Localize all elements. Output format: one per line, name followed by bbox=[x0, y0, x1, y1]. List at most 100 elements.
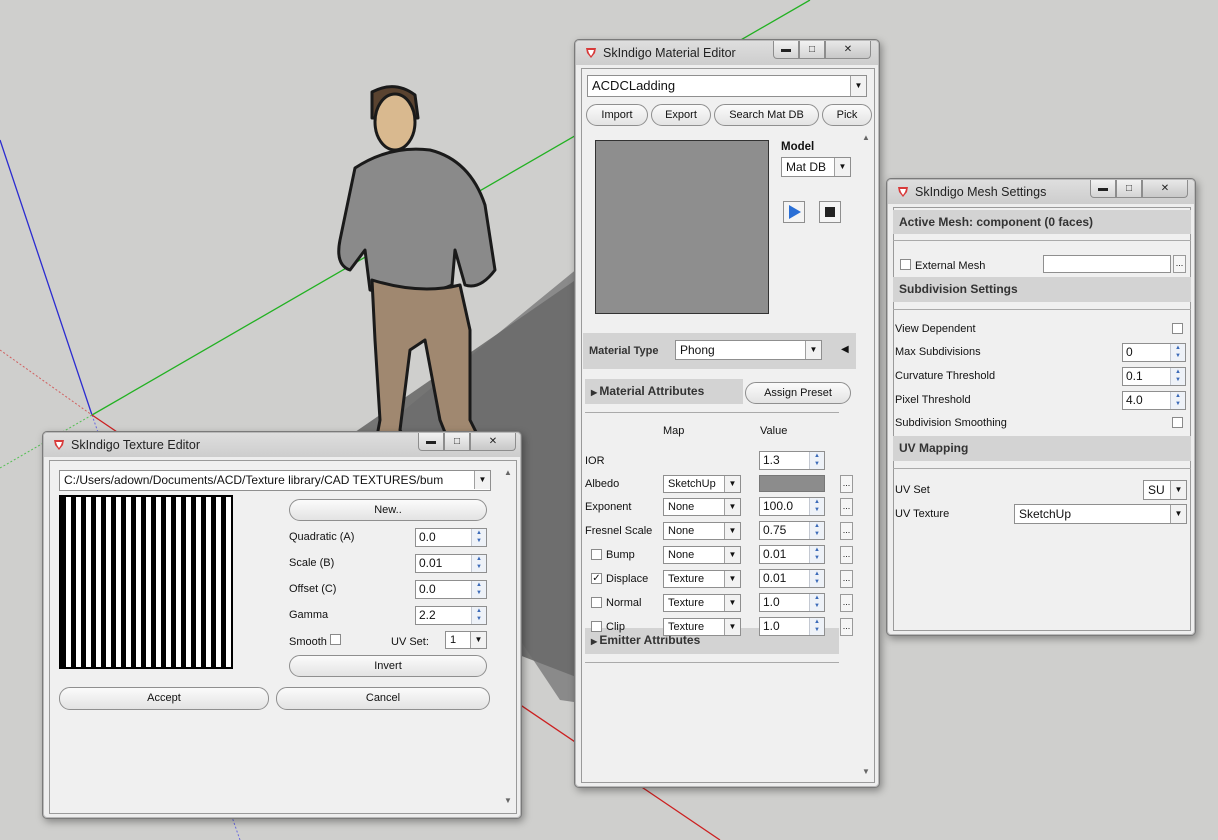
texture-editor-titlebar[interactable]: SkIndigo Texture Editor ▬ □ ✕ bbox=[44, 433, 520, 457]
attribute-checkbox[interactable] bbox=[591, 621, 602, 632]
spin-arrows-icon[interactable]: ▲ ▼ bbox=[809, 618, 824, 635]
attribute-checkbox[interactable]: ✓ bbox=[591, 573, 602, 584]
chevron-down-icon[interactable]: ▼ bbox=[724, 595, 740, 611]
attribute-checkbox[interactable] bbox=[591, 597, 602, 608]
attribute-checkbox[interactable] bbox=[591, 549, 602, 560]
mesh-settings-window[interactable]: SkIndigo Mesh Settings ▬ □ ✕ Active Mesh… bbox=[886, 178, 1196, 636]
max-subdivisions-input[interactable]: 0 ▲ ▼ bbox=[1122, 343, 1186, 362]
attribute-browse-button[interactable]: ... bbox=[840, 618, 853, 636]
scale-input[interactable]: 0.01 ▲ ▼ bbox=[415, 554, 487, 573]
view-dependent-checkbox[interactable] bbox=[1172, 323, 1183, 334]
spin-arrows-icon[interactable]: ▲ ▼ bbox=[1170, 368, 1185, 385]
attribute-value-input[interactable]: 0.01 ▲ ▼ bbox=[759, 545, 825, 564]
mesh-settings-titlebar[interactable]: SkIndigo Mesh Settings ▬ □ ✕ bbox=[888, 180, 1194, 204]
attribute-map-combo[interactable]: SketchUp ▼ bbox=[663, 475, 741, 493]
minimize-button[interactable]: ▬ bbox=[773, 41, 799, 59]
spin-arrows-icon[interactable]: ▲ ▼ bbox=[471, 555, 486, 572]
maximize-button[interactable]: □ bbox=[799, 41, 825, 59]
external-mesh-path-input[interactable] bbox=[1043, 255, 1171, 273]
import-button[interactable]: Import bbox=[586, 104, 648, 126]
external-mesh-checkbox[interactable] bbox=[900, 259, 911, 270]
albedo-color-swatch[interactable] bbox=[759, 475, 825, 492]
pick-button[interactable]: Pick bbox=[822, 104, 872, 126]
close-button[interactable]: ✕ bbox=[470, 433, 516, 451]
spin-arrows-icon[interactable]: ▲ ▼ bbox=[471, 581, 486, 598]
subdivision-smoothing-checkbox[interactable] bbox=[1172, 417, 1183, 428]
minimize-button[interactable]: ▬ bbox=[1090, 180, 1116, 198]
assign-preset-button[interactable]: Assign Preset bbox=[745, 382, 851, 404]
uv-set-combo[interactable]: SU ▼ bbox=[1143, 480, 1187, 500]
material-name-combo[interactable]: ACDCLadding ▼ bbox=[587, 75, 867, 97]
attribute-map-combo[interactable]: None ▼ bbox=[663, 546, 741, 564]
attribute-map-combo[interactable]: None ▼ bbox=[663, 498, 741, 516]
chevron-down-icon[interactable]: ▼ bbox=[724, 499, 740, 515]
scroll-down-icon[interactable]: ▼ bbox=[862, 767, 870, 776]
attribute-value-input[interactable]: 1.3 ▲ ▼ bbox=[759, 451, 825, 470]
scroll-up-icon[interactable]: ▲ bbox=[862, 133, 870, 142]
chevron-down-icon[interactable]: ▼ bbox=[805, 341, 821, 359]
attribute-value-input[interactable]: 0.01 ▲ ▼ bbox=[759, 569, 825, 588]
offset-input[interactable]: 0.0 ▲ ▼ bbox=[415, 580, 487, 599]
gamma-input[interactable]: 2.2 ▲ ▼ bbox=[415, 606, 487, 625]
spin-arrows-icon[interactable]: ▲ ▼ bbox=[809, 522, 824, 539]
spin-arrows-icon[interactable]: ▲ ▼ bbox=[1170, 344, 1185, 361]
chevron-down-icon[interactable]: ▼ bbox=[724, 547, 740, 563]
material-editor-window[interactable]: SkIndigo Material Editor ▬ □ ✕ ACDCLaddi… bbox=[574, 39, 880, 788]
attribute-map-combo[interactable]: Texture ▼ bbox=[663, 618, 741, 636]
new-texture-button[interactable]: New.. bbox=[289, 499, 487, 521]
attribute-value-input[interactable]: 1.0 ▲ ▼ bbox=[759, 593, 825, 612]
spin-arrows-icon[interactable]: ▲ ▼ bbox=[809, 498, 824, 515]
uv-texture-combo[interactable]: SketchUp ▼ bbox=[1014, 504, 1187, 524]
attribute-browse-button[interactable]: ... bbox=[840, 594, 853, 612]
chevron-down-icon[interactable]: ▼ bbox=[850, 76, 866, 96]
accept-button[interactable]: Accept bbox=[59, 687, 269, 710]
close-button[interactable]: ✕ bbox=[825, 41, 871, 59]
minimize-button[interactable]: ▬ bbox=[418, 433, 444, 451]
uvset-combo[interactable]: 1 ▼ bbox=[445, 631, 487, 649]
spin-arrows-icon[interactable]: ▲ ▼ bbox=[471, 607, 486, 624]
attribute-browse-button[interactable]: ... bbox=[840, 570, 853, 588]
export-button[interactable]: Export bbox=[651, 104, 711, 126]
attribute-browse-button[interactable]: ... bbox=[840, 522, 853, 540]
chevron-down-icon[interactable]: ▼ bbox=[724, 571, 740, 587]
material-attributes-header[interactable]: ▶ Material Attributes bbox=[585, 379, 743, 404]
maximize-button[interactable]: □ bbox=[1116, 180, 1142, 198]
chevron-down-icon[interactable]: ▼ bbox=[470, 632, 486, 648]
spin-arrows-icon[interactable]: ▲ ▼ bbox=[471, 529, 486, 546]
cancel-button[interactable]: Cancel bbox=[276, 687, 490, 710]
attribute-map-combo[interactable]: Texture ▼ bbox=[663, 570, 741, 588]
attribute-value-input[interactable]: 1.0 ▲ ▼ bbox=[759, 617, 825, 636]
attribute-map-combo[interactable]: Texture ▼ bbox=[663, 594, 741, 612]
scroll-down-icon[interactable]: ▼ bbox=[504, 796, 512, 805]
attribute-browse-button[interactable]: ... bbox=[840, 498, 853, 516]
material-type-combo[interactable]: Phong ▼ bbox=[675, 340, 822, 360]
spin-arrows-icon[interactable]: ▲ ▼ bbox=[809, 570, 824, 587]
chevron-down-icon[interactable]: ▼ bbox=[1170, 505, 1186, 523]
search-mat-db-button[interactable]: Search Mat DB bbox=[714, 104, 819, 126]
attribute-browse-button[interactable]: ... bbox=[840, 546, 853, 564]
attribute-map-combo[interactable]: None ▼ bbox=[663, 522, 741, 540]
smooth-checkbox[interactable] bbox=[330, 634, 341, 645]
texture-editor-window[interactable]: SkIndigo Texture Editor ▬ □ ✕ C:/Users/a… bbox=[42, 431, 522, 819]
spin-arrows-icon[interactable]: ▲ ▼ bbox=[1170, 392, 1185, 409]
model-combo[interactable]: Mat DB ▼ bbox=[781, 157, 851, 177]
pixel-threshold-input[interactable]: 4.0 ▲ ▼ bbox=[1122, 391, 1186, 410]
stop-button[interactable] bbox=[819, 201, 841, 223]
chevron-down-icon[interactable]: ▼ bbox=[724, 476, 740, 492]
spin-arrows-icon[interactable]: ▲ ▼ bbox=[809, 546, 824, 563]
attribute-value-input[interactable]: 100.0 ▲ ▼ bbox=[759, 497, 825, 516]
chevron-down-icon[interactable]: ▼ bbox=[724, 619, 740, 635]
chevron-down-icon[interactable]: ▼ bbox=[474, 471, 490, 489]
spin-arrows-icon[interactable]: ▲ ▼ bbox=[809, 594, 824, 611]
spin-arrows-icon[interactable]: ▲ ▼ bbox=[809, 452, 824, 469]
chevron-down-icon[interactable]: ▼ bbox=[1170, 481, 1186, 499]
invert-button[interactable]: Invert bbox=[289, 655, 487, 677]
browse-button[interactable]: ... bbox=[1173, 255, 1186, 273]
chevron-down-icon[interactable]: ▼ bbox=[834, 158, 850, 176]
material-editor-titlebar[interactable]: SkIndigo Material Editor ▬ □ ✕ bbox=[576, 41, 878, 65]
curvature-threshold-input[interactable]: 0.1 ▲ ▼ bbox=[1122, 367, 1186, 386]
texture-path-combo[interactable]: C:/Users/adown/Documents/ACD/Texture lib… bbox=[59, 470, 491, 491]
scroll-up-icon[interactable]: ▲ bbox=[504, 468, 512, 477]
close-button[interactable]: ✕ bbox=[1142, 180, 1188, 198]
chevron-down-icon[interactable]: ▼ bbox=[724, 523, 740, 539]
